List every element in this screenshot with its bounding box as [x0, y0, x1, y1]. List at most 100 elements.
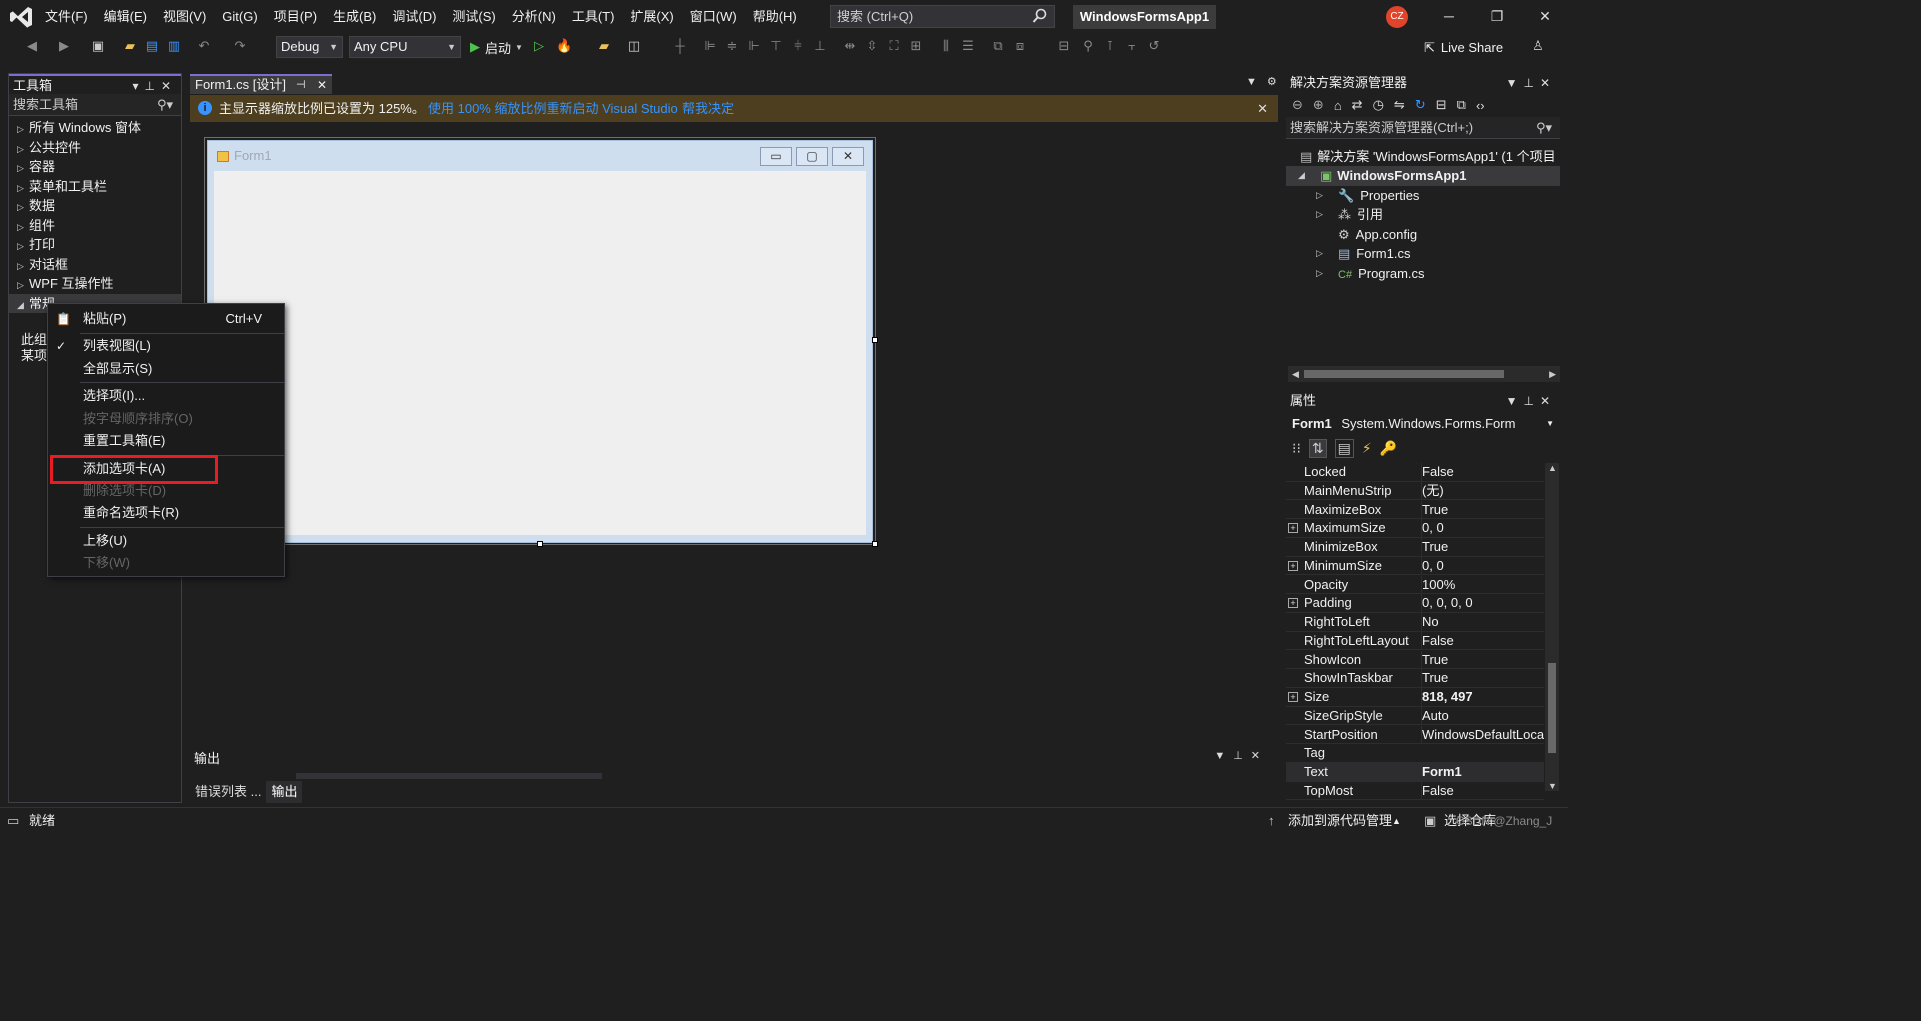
menu-build[interactable]: 生成(B): [325, 0, 384, 33]
properties-icon[interactable]: ▤: [1334, 438, 1354, 458]
form-minimize-button[interactable]: ▭: [760, 147, 792, 166]
tab-order-icon[interactable]: ⊟: [1056, 38, 1072, 54]
scroll-up-icon[interactable]: ▲: [1548, 463, 1557, 473]
expand-plus-icon[interactable]: +: [1288, 598, 1298, 609]
scrollbar-thumb[interactable]: [1548, 663, 1556, 753]
menu-item-choose-items[interactable]: 选择项(I)...: [48, 385, 284, 407]
menu-debug[interactable]: 调试(D): [384, 0, 444, 33]
home-icon[interactable]: ⌂: [1334, 98, 1342, 113]
categorized-icon[interactable]: ⁝⁝: [1292, 440, 1301, 457]
make-same-width-icon[interactable]: ⇹: [842, 38, 858, 54]
property-row[interactable]: ShowInTaskbar True: [1286, 669, 1544, 688]
toolbox-group-wpf-interop[interactable]: ▷ WPF 互操作性: [9, 274, 181, 294]
property-value[interactable]: 0, 0: [1421, 556, 1544, 576]
collapse-all-icon[interactable]: ⊟: [1436, 97, 1447, 113]
property-value[interactable]: True: [1421, 650, 1544, 670]
property-value[interactable]: 100%: [1421, 575, 1544, 595]
property-row[interactable]: + MaximumSize 0, 0: [1286, 519, 1544, 538]
expand-plus-icon[interactable]: +: [1288, 692, 1298, 702]
solution-folder-icon[interactable]: ▰: [596, 38, 612, 54]
expand-plus-icon[interactable]: +: [1288, 560, 1298, 571]
switch-views-icon[interactable]: ⇄: [1352, 97, 1363, 113]
menu-tools[interactable]: 工具(T): [564, 0, 623, 33]
solution-search-input[interactable]: 搜索解决方案资源管理器(Ctrl+;) ⚲▾: [1286, 117, 1560, 139]
toolbox-search-input[interactable]: 搜索工具箱 ⚲▾: [9, 94, 181, 116]
property-value[interactable]: Form1: [1421, 763, 1544, 782]
property-value[interactable]: False: [1421, 463, 1544, 482]
toolbox-group-containers[interactable]: ▷ 容器: [9, 157, 181, 177]
scroll-left-icon[interactable]: ◀: [1292, 366, 1299, 382]
show-all-files-icon[interactable]: ⧉: [1457, 97, 1466, 113]
property-value[interactable]: 0, 0: [1421, 519, 1544, 538]
panel-window-controls[interactable]: ▼⊥✕: [1506, 73, 1556, 93]
close-icon[interactable]: ✕: [317, 76, 327, 94]
panel-window-controls[interactable]: ▼⊥✕: [1506, 391, 1556, 411]
add-to-source-control-button[interactable]: 添加到源代码管理: [1288, 808, 1392, 834]
new-project-icon[interactable]: ▣: [90, 38, 106, 54]
center-vertically-icon[interactable]: ⫟: [1124, 38, 1140, 54]
menu-git[interactable]: Git(G): [214, 0, 265, 33]
menu-analyze[interactable]: 分析(N): [504, 0, 564, 33]
help-me-decide-link[interactable]: 帮我决定: [682, 95, 734, 122]
property-pages-icon[interactable]: 🔑: [1380, 440, 1397, 457]
form-client-area[interactable]: [214, 171, 866, 535]
center-horizontally-icon[interactable]: ⊺: [1102, 38, 1118, 54]
property-value[interactable]: WindowsDefaultLoca: [1421, 725, 1544, 745]
menu-help[interactable]: 帮助(H): [745, 0, 805, 33]
tree-solution-node[interactable]: ▤ 解决方案 'WindowsFormsApp1' (1 个项目: [1300, 147, 1556, 167]
menu-view[interactable]: 视图(V): [155, 0, 214, 33]
sync-icon[interactable]: ⇋: [1394, 97, 1405, 113]
tree-properties-node[interactable]: ▷ 🔧 Properties: [1316, 186, 1419, 206]
live-share-button[interactable]: ⇱ Live Share: [1424, 38, 1503, 58]
align-rights-icon[interactable]: ⊩: [746, 38, 762, 54]
open-folder-icon[interactable]: ▰: [122, 38, 138, 54]
restart-at-100-link[interactable]: 使用 100% 缩放比例重新启动 Visual Studio: [428, 95, 678, 122]
tree-project-node[interactable]: ◢ ▣ WindowsFormsApp1: [1286, 166, 1560, 186]
global-search-input[interactable]: 搜索 (Ctrl+Q): [830, 5, 1055, 28]
document-tab-menu[interactable]: ▼⚙: [1246, 75, 1287, 88]
menu-item-list-view[interactable]: ✓ 列表视图(L): [48, 335, 284, 357]
property-value[interactable]: Auto: [1421, 706, 1544, 726]
tree-appconfig-node[interactable]: ⚙ App.config: [1338, 225, 1417, 245]
tree-references-node[interactable]: ▷ ⁂ 引用: [1316, 205, 1383, 225]
property-row[interactable]: + Padding 0, 0, 0, 0: [1286, 594, 1544, 613]
navigate-forward-icon[interactable]: ▶: [56, 38, 72, 54]
lock-controls-icon[interactable]: ⚲: [1080, 38, 1096, 54]
redo-icon[interactable]: ↷: [232, 38, 248, 54]
menu-item-show-all[interactable]: 全部显示(S): [48, 358, 284, 380]
align-lefts-icon[interactable]: ⊫: [702, 38, 718, 54]
horizontal-scrollbar[interactable]: ◀ ▶: [1288, 366, 1560, 382]
scroll-down-icon[interactable]: ▼: [1548, 781, 1557, 791]
close-icon[interactable]: ✕: [1257, 95, 1268, 122]
feedback-icon[interactable]: ♙: [1530, 38, 1546, 54]
save-icon[interactable]: ▤: [144, 38, 160, 54]
object-selector-dropdown[interactable]: Form1 System.Windows.Forms.Form ▼: [1286, 413, 1560, 435]
code-view-icon[interactable]: ‹›: [1476, 98, 1485, 113]
start-without-debugging-icon[interactable]: ▷: [531, 38, 547, 54]
property-value[interactable]: No: [1421, 613, 1544, 632]
navigate-back-icon[interactable]: ◀: [24, 38, 40, 54]
hot-reload-icon[interactable]: 🔥: [556, 38, 572, 54]
toolbox-group-common-controls[interactable]: ▷ 公共控件: [9, 138, 181, 158]
property-row[interactable]: Locked False: [1286, 463, 1544, 482]
size-to-grid-icon[interactable]: ⊞: [908, 38, 924, 54]
tab-form1-designer[interactable]: Form1.cs [设计] ⊣ ✕: [190, 74, 332, 94]
back-icon[interactable]: ⊖: [1292, 97, 1303, 113]
menu-edit[interactable]: 编辑(E): [96, 0, 155, 33]
tab-error-list[interactable]: 错误列表 ...: [190, 781, 266, 803]
close-window-button[interactable]: ✕: [1522, 0, 1568, 33]
resize-handle-right[interactable]: [872, 337, 878, 343]
resize-handle-corner[interactable]: [872, 541, 878, 547]
menu-item-reset-toolbox[interactable]: 重置工具箱(E): [48, 430, 284, 452]
solution-configuration-dropdown[interactable]: Debug ▼: [276, 36, 343, 58]
menu-project[interactable]: 项目(P): [266, 0, 325, 33]
minimize-window-button[interactable]: ─: [1426, 0, 1472, 33]
notification-icon[interactable]: ▭: [7, 808, 19, 834]
property-value[interactable]: True: [1421, 669, 1544, 688]
make-same-size-icon[interactable]: ⛶: [886, 38, 902, 54]
form1-preview[interactable]: Form1 ▭ ▢ ✕: [207, 140, 873, 543]
toolbox-group-data[interactable]: ▷ 数据: [9, 196, 181, 216]
form-close-button[interactable]: ✕: [832, 147, 864, 166]
toolbox-group-dialogs[interactable]: ▷ 对话框: [9, 255, 181, 275]
tree-program-node[interactable]: ▷ C# Program.cs: [1316, 264, 1425, 284]
